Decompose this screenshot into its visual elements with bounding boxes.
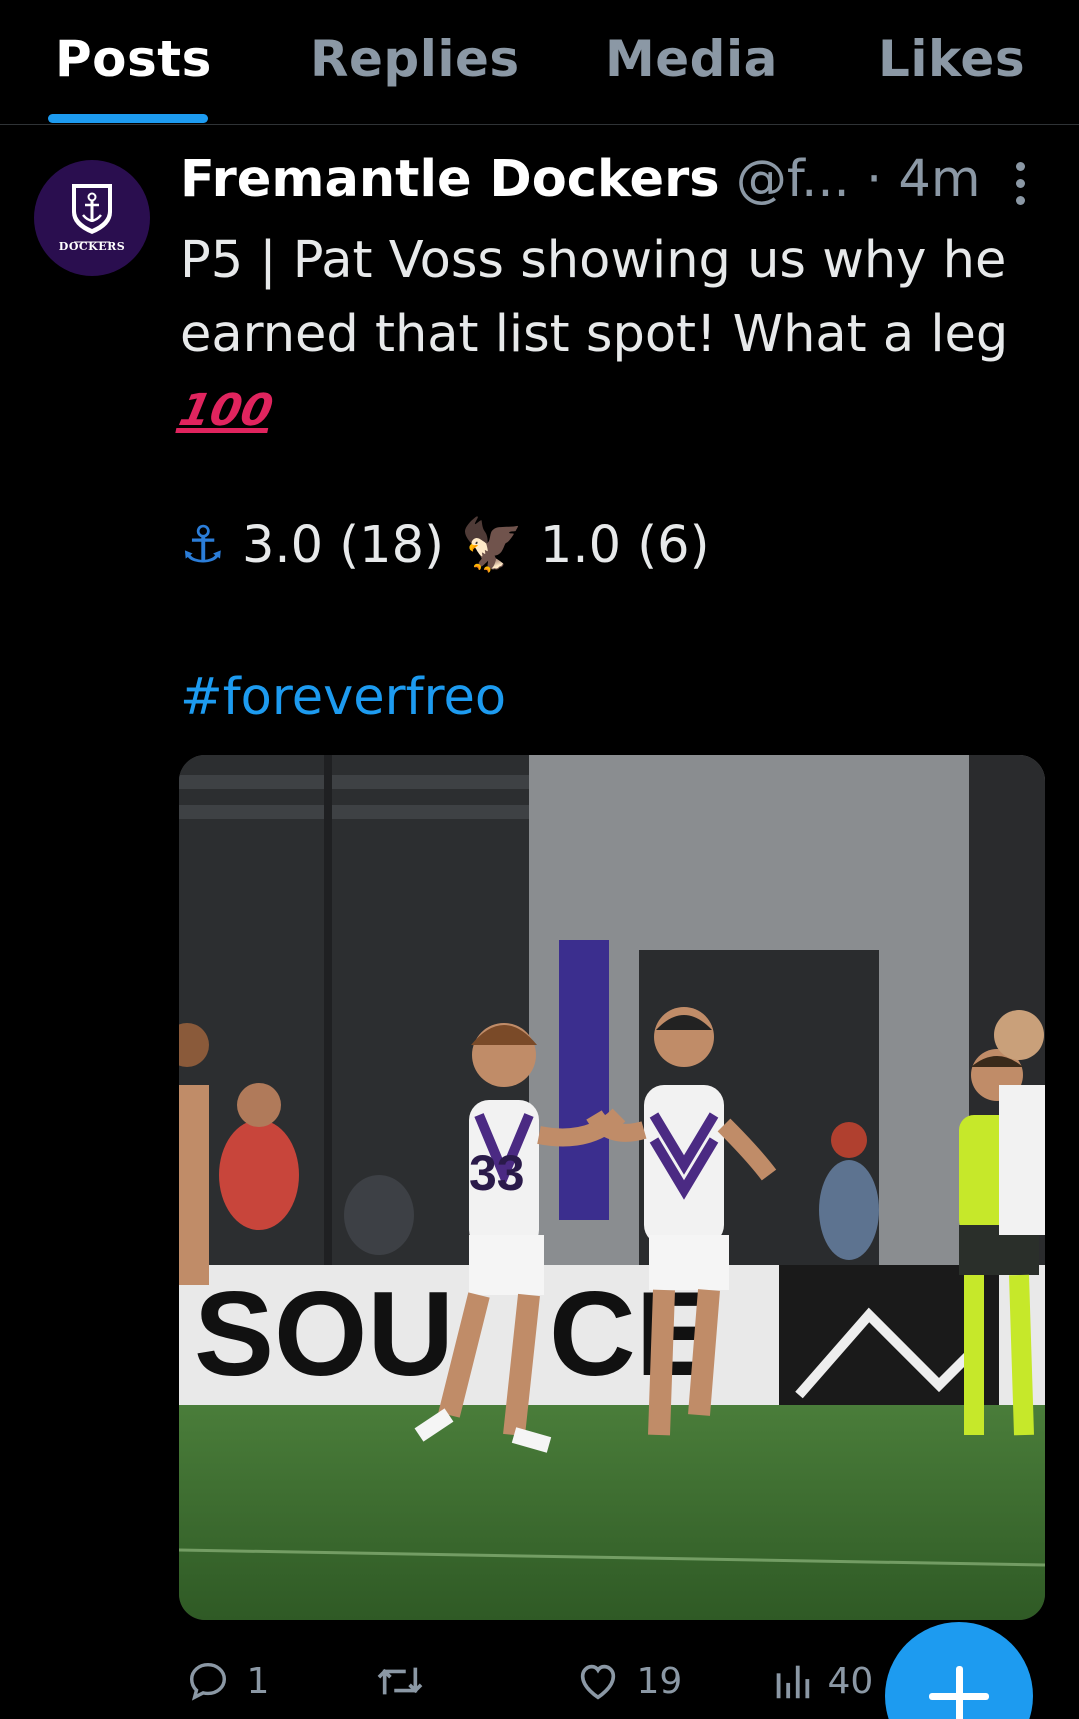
anchor-icon: ⚓ <box>180 516 226 575</box>
retweet-button[interactable] <box>375 1658 429 1708</box>
post-header: Fremantle Dockers @f... · 4m <box>180 150 1040 220</box>
tab-media[interactable]: Media <box>605 30 778 88</box>
header-separator: · <box>865 150 883 209</box>
post-text-line: earned that list spot! What a leg <box>180 305 1009 364</box>
reply-icon <box>189 1662 227 1701</box>
tab-replies[interactable]: Replies <box>310 30 520 88</box>
views-icon <box>776 1665 810 1699</box>
heart-icon <box>580 1664 616 1700</box>
compose-button[interactable] <box>885 1622 1033 1719</box>
avatar[interactable]: DOCKERS <box>34 160 150 276</box>
tab-likes[interactable]: Likes <box>878 30 1025 88</box>
reply-count: 1 <box>246 1660 270 1702</box>
avatar-label: DOCKERS <box>58 240 126 253</box>
post-text: P5 | Pat Voss showing us why he earned t… <box>175 224 1040 448</box>
active-tab-indicator <box>48 114 208 123</box>
views-button[interactable]: 40 <box>772 1658 873 1708</box>
retweet-icon <box>377 1667 423 1695</box>
eagle-icon: 🦅 <box>460 516 524 575</box>
svg-text:33: 33 <box>469 1145 525 1201</box>
author-name[interactable]: Fremantle Dockers <box>180 150 720 209</box>
more-vertical-icon[interactable] <box>1016 162 1026 206</box>
match-score: ⚓ 3.0 (18) 🦅 1.0 (6) <box>180 516 709 575</box>
post-photo[interactable]: SOU CE 33 <box>179 755 1045 1620</box>
svg-text:SOU: SOU <box>194 1267 454 1401</box>
tab-posts[interactable]: Posts <box>55 30 212 88</box>
hundred-emoji-icon: 100 <box>174 385 278 436</box>
like-count: 19 <box>636 1660 683 1702</box>
view-count: 40 <box>827 1660 874 1702</box>
football-players-image: SOU CE 33 <box>179 755 1045 1620</box>
away-score: 1.0 (6) <box>539 516 710 575</box>
post-time[interactable]: 4m <box>898 150 980 209</box>
author-handle[interactable]: @f... <box>736 150 850 209</box>
profile-screen: Posts Replies Media Likes DOCKERS Freman… <box>0 0 1079 1719</box>
profile-tabs: Posts Replies Media Likes <box>0 0 1079 125</box>
dockers-logo-icon <box>72 184 112 243</box>
hashtag-link[interactable]: #foreverfreo <box>180 668 506 727</box>
like-button[interactable]: 19 <box>575 1658 682 1708</box>
reply-button[interactable]: 1 <box>185 1658 269 1708</box>
post-text-line: P5 | Pat Voss showing us why he <box>180 231 1007 290</box>
home-score: 3.0 (18) <box>241 516 444 575</box>
